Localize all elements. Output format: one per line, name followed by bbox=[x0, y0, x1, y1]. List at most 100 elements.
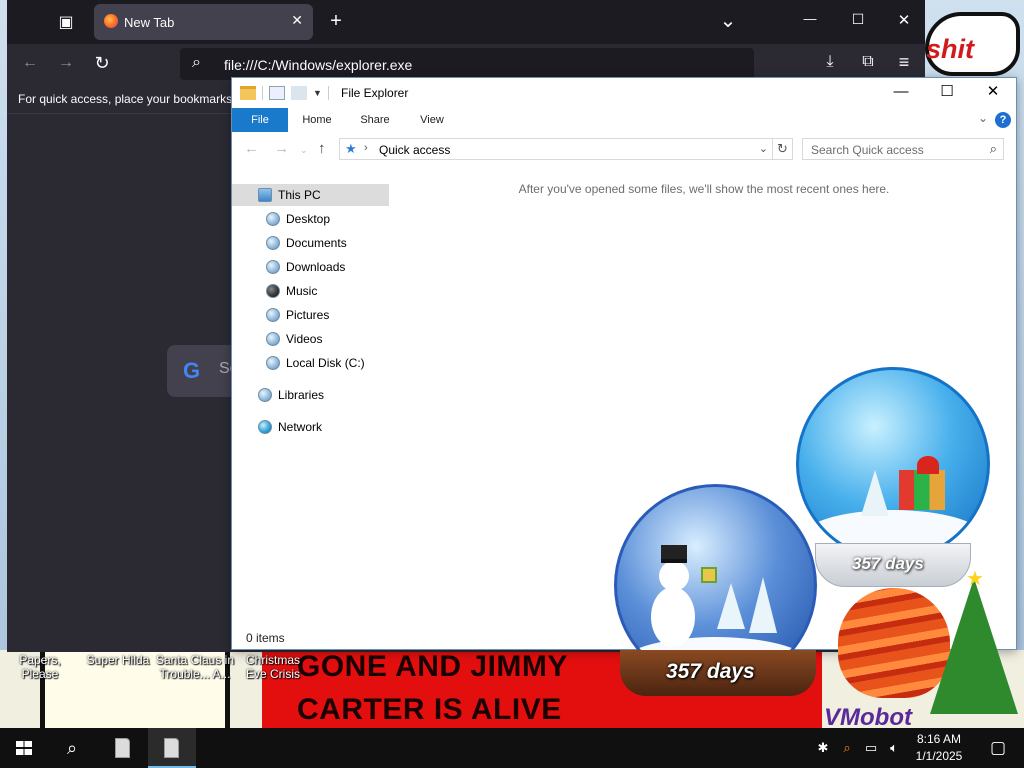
ribbon-tab-home[interactable]: Home bbox=[292, 108, 342, 132]
snowman-icon bbox=[651, 587, 695, 647]
browser-tab-bar: ▣ New Tab ✕ + ⌄ — ☐ ✕ bbox=[7, 0, 925, 44]
explorer-maximize-button[interactable]: ☐ bbox=[924, 81, 970, 105]
tab-manager-icon[interactable]: ▣ bbox=[55, 12, 77, 32]
nav-item-documents[interactable]: Documents bbox=[232, 232, 389, 254]
address-bar[interactable]: ★ › Quick access ⌄ bbox=[339, 138, 773, 160]
wallpaper-red-word: shit bbox=[926, 34, 975, 64]
snow-globe-base-left: 357 days bbox=[620, 650, 816, 696]
taskbar-app-notepad-1[interactable] bbox=[99, 728, 147, 768]
nav-item-label: Desktop bbox=[286, 212, 331, 226]
start-button[interactable] bbox=[0, 728, 48, 768]
nav-item-this-pc[interactable]: This PC bbox=[232, 184, 389, 206]
nav-item-videos[interactable]: Videos bbox=[232, 328, 389, 350]
toolbar-divider bbox=[327, 86, 329, 100]
nav-item-label: Local Disk (C:) bbox=[286, 356, 365, 370]
snow-globe-gadget-right[interactable] bbox=[796, 367, 990, 561]
document-icon bbox=[115, 738, 130, 758]
desktop-icon-christmas-eve-crisis[interactable]: Christmas Eve Crisis bbox=[234, 653, 312, 681]
globe-tree-icon bbox=[861, 470, 889, 516]
google-icon: G bbox=[183, 358, 201, 383]
properties-icon[interactable] bbox=[269, 86, 285, 100]
globe-tree-icon bbox=[717, 583, 745, 629]
browser-maximize-button[interactable]: ☐ bbox=[847, 11, 869, 28]
drive-icon bbox=[266, 356, 280, 370]
nav-item-network[interactable]: Network bbox=[232, 416, 389, 438]
explorer-minimize-button[interactable]: — bbox=[878, 81, 924, 105]
nav-item-music[interactable]: Music bbox=[232, 280, 389, 302]
up-arrow-icon[interactable]: ↑ bbox=[318, 140, 326, 157]
explorer-title-bar[interactable]: ▼ File Explorer — ☐ ✕ bbox=[232, 78, 1016, 108]
desktop-icon-santa-claus[interactable]: Santa Claus in Trouble... A... bbox=[154, 653, 236, 681]
clock-date: 1/1/2025 bbox=[915, 749, 963, 763]
nav-item-desktop[interactable]: Desktop bbox=[232, 208, 389, 230]
nav-item-libraries[interactable]: Libraries bbox=[232, 384, 389, 406]
status-item-count: 0 items bbox=[246, 631, 285, 645]
back-arrow-icon[interactable]: ← bbox=[19, 54, 41, 72]
new-folder-icon[interactable] bbox=[291, 86, 307, 100]
breadcrumb-separator-icon[interactable]: › bbox=[364, 142, 368, 154]
browser-tab-new-tab[interactable]: New Tab ✕ bbox=[94, 4, 313, 40]
notifications-icon[interactable]: ▢ bbox=[978, 728, 1018, 768]
tree-star-icon: ★ bbox=[966, 568, 984, 590]
nav-item-label: Downloads bbox=[286, 260, 346, 274]
ribbon-tab-share[interactable]: Share bbox=[350, 108, 400, 132]
christmas-tree-decoration bbox=[930, 578, 1018, 714]
recent-locations-chevron-icon[interactable]: ⌄ bbox=[300, 145, 308, 156]
downloads-icon[interactable]: ⤓ bbox=[819, 53, 841, 71]
customize-toolbar-arrow-icon[interactable]: ▼ bbox=[313, 88, 322, 98]
taskbar-search-button[interactable]: ⌕ bbox=[48, 728, 96, 768]
videos-folder-icon bbox=[266, 332, 280, 346]
nav-item-downloads[interactable]: Downloads bbox=[232, 256, 389, 278]
menu-hamburger-icon[interactable]: ≡ bbox=[893, 52, 915, 73]
window-title: File Explorer bbox=[341, 86, 409, 100]
tab-list-chevron-icon[interactable]: ⌄ bbox=[717, 8, 739, 33]
tray-app-icon[interactable]: ✱ bbox=[815, 740, 831, 756]
mouse-cursor-icon bbox=[601, 482, 610, 498]
navigation-pane: This PC Desktop Documents Downloads Musi… bbox=[232, 178, 392, 628]
nav-item-local-disk[interactable]: Local Disk (C:) bbox=[232, 352, 389, 374]
gift-stack-icon bbox=[899, 470, 945, 510]
clock-time: 8:16 AM bbox=[916, 732, 962, 746]
breadcrumb-quick-access[interactable]: Quick access bbox=[379, 143, 450, 157]
nav-item-pictures[interactable]: Pictures bbox=[232, 304, 389, 326]
ribbon-tab-file[interactable]: File bbox=[232, 108, 288, 132]
browser-tab-title: New Tab bbox=[124, 15, 175, 30]
ribbon-tab-view[interactable]: View bbox=[407, 108, 457, 132]
search-input[interactable]: Search Quick access ⌕ bbox=[802, 138, 1004, 160]
new-tab-button[interactable]: + bbox=[325, 10, 347, 33]
browser-close-button[interactable]: ✕ bbox=[893, 11, 915, 29]
search-icon: ⌕ bbox=[66, 738, 78, 758]
globe-tree-icon bbox=[749, 577, 777, 633]
expand-ribbon-chevron-icon[interactable]: ⌄ bbox=[978, 111, 988, 125]
refresh-icon[interactable]: ↻ bbox=[773, 138, 793, 160]
close-tab-icon[interactable]: ✕ bbox=[291, 12, 303, 29]
network-icon[interactable]: ▭ bbox=[863, 740, 879, 756]
wallpaper-banner-line-2: CARTER IS ALIVE bbox=[297, 693, 562, 726]
nav-item-label: Videos bbox=[286, 332, 323, 346]
taskbar-clock[interactable]: 8:16 AM 1/1/2025 bbox=[908, 731, 970, 765]
reload-icon[interactable]: ↻ bbox=[91, 53, 113, 74]
nav-item-label: Pictures bbox=[286, 308, 330, 322]
santa-hat-icon bbox=[917, 456, 939, 474]
snowman-hat-icon bbox=[661, 545, 687, 563]
url-bar[interactable]: ⌕ file:///C:/Windows/explorer.exe bbox=[180, 48, 754, 80]
forward-arrow-icon[interactable]: → bbox=[55, 54, 77, 72]
url-text[interactable]: file:///C:/Windows/explorer.exe bbox=[224, 57, 412, 73]
help-icon[interactable]: ? bbox=[995, 112, 1011, 128]
browser-minimize-button[interactable]: — bbox=[799, 11, 821, 26]
taskbar-app-notepad-2[interactable] bbox=[148, 728, 196, 768]
extensions-icon[interactable]: ⧉ bbox=[857, 53, 879, 71]
firefox-icon bbox=[104, 14, 118, 28]
empty-folder-message: After you've opened some files, we'll sh… bbox=[518, 182, 890, 196]
pictures-folder-icon bbox=[266, 308, 280, 322]
desktop-icon-super-hilda[interactable]: Super Hilda bbox=[84, 653, 152, 667]
address-dropdown-chevron-icon[interactable]: ⌄ bbox=[759, 142, 768, 155]
desktop-icon-papers-please[interactable]: Papers, Please bbox=[0, 653, 80, 681]
libraries-icon bbox=[258, 388, 272, 402]
back-arrow-icon[interactable]: ← bbox=[244, 140, 259, 157]
tray-search-icon[interactable]: ⌕ bbox=[839, 740, 855, 756]
forward-arrow-icon[interactable]: → bbox=[274, 140, 289, 157]
volume-muted-icon[interactable]: 🔈︎ bbox=[886, 740, 902, 756]
nav-item-label: Libraries bbox=[278, 388, 325, 402]
explorer-close-button[interactable]: ✕ bbox=[970, 81, 1016, 105]
